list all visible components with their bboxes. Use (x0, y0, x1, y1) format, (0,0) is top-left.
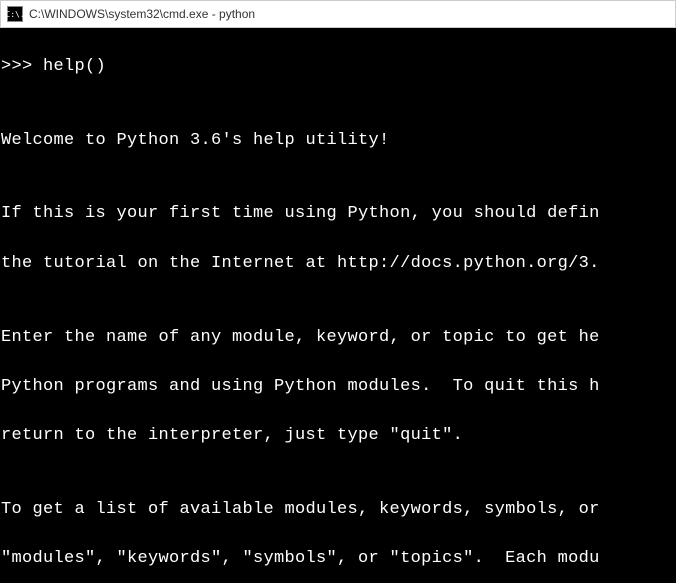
terminal-line: Enter the name of any module, keyword, o… (1, 326, 675, 351)
window-title: C:\WINDOWS\system32\cmd.exe - python (29, 7, 255, 21)
terminal-line: return to the interpreter, just type "qu… (1, 424, 675, 449)
terminal-line: To get a list of available modules, keyw… (1, 498, 675, 523)
terminal-output[interactable]: >>> help() Welcome to Python 3.6's help … (0, 28, 676, 583)
terminal-line: If this is your first time using Python,… (1, 202, 675, 227)
terminal-line: "modules", "keywords", "symbols", or "to… (1, 547, 675, 572)
window-titlebar[interactable]: C:\. C:\WINDOWS\system32\cmd.exe - pytho… (0, 0, 676, 28)
terminal-line: >>> help() (1, 55, 675, 80)
terminal-line: Python programs and using Python modules… (1, 375, 675, 400)
terminal-line: Welcome to Python 3.6's help utility! (1, 129, 675, 154)
terminal-line: the tutorial on the Internet at http://d… (1, 252, 675, 277)
cmd-icon: C:\. (7, 6, 23, 22)
